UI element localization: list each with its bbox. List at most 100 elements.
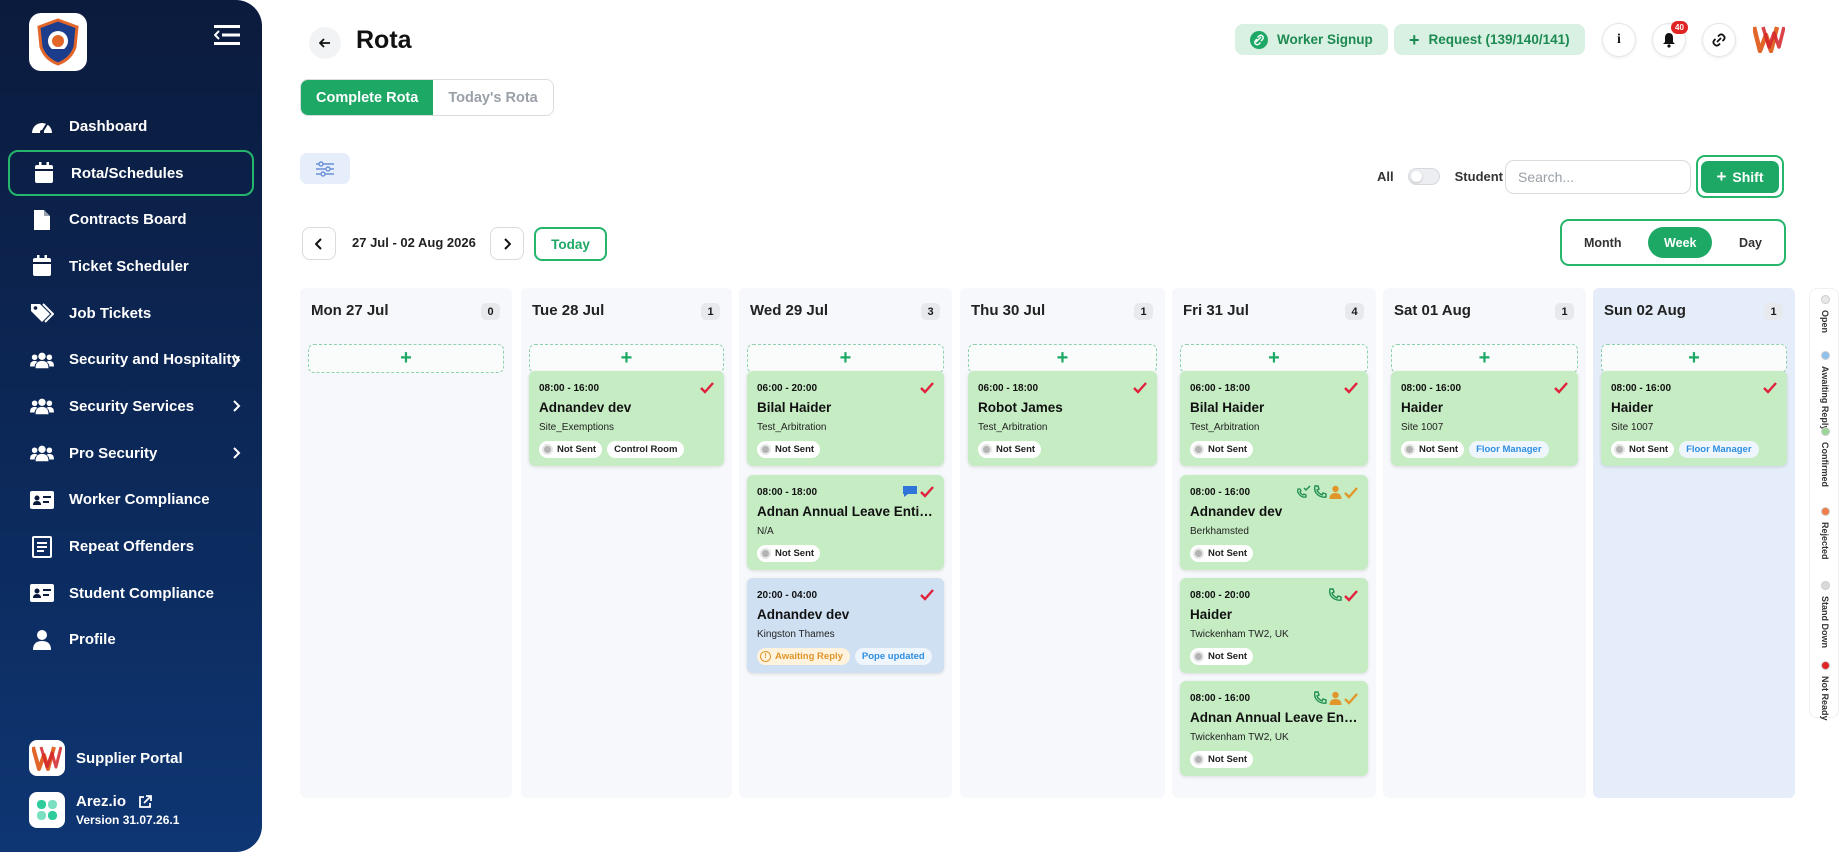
supplier-portal-link[interactable]: Supplier Portal [29, 740, 183, 776]
add-shift-slot[interactable]: + [968, 344, 1157, 373]
sidebar-item-contracts-board[interactable]: Contracts Board [8, 196, 254, 243]
shift-icons [700, 381, 714, 399]
shift-time: 08:00 - 18:00 [757, 487, 818, 498]
day-column-thu-30-jul: Thu 30 Jul 1 + 06:00 - 18:00 Robot James… [960, 288, 1165, 798]
sidebar-collapse-icon[interactable] [213, 24, 240, 46]
check-icon[interactable] [700, 381, 714, 399]
next-week-button[interactable] [490, 227, 524, 260]
sidebar-item-job-tickets[interactable]: Job Tickets [8, 290, 254, 337]
sidebar-item-security-services[interactable]: Security Services [8, 383, 254, 430]
shift-card[interactable]: 06:00 - 18:00 Robot James Test_Arbitrati… [968, 371, 1157, 466]
legend-item-stand-down: Stand Down [1818, 581, 1832, 648]
sidebar-item-ticket-scheduler[interactable]: Ticket Scheduler [8, 243, 254, 290]
check-icon[interactable] [920, 588, 934, 606]
shift-worker-name: Bilal Haider [757, 400, 832, 415]
phone-icon[interactable] [1313, 485, 1327, 504]
shift-icons [1313, 691, 1358, 710]
add-shift-slot[interactable]: + [1391, 344, 1578, 373]
prev-week-button[interactable] [302, 227, 336, 260]
filter-button[interactable] [300, 153, 350, 184]
shift-card[interactable]: 08:00 - 16:00 Haider Site 1007 Not Sent F… [1391, 371, 1578, 466]
chevron-right-icon [233, 354, 241, 366]
notifications-button[interactable]: 40 [1652, 21, 1688, 57]
check-icon[interactable] [1763, 381, 1777, 399]
add-shift-slot[interactable]: + [1601, 344, 1787, 373]
copy-link-button[interactable] [1702, 23, 1736, 57]
back-button[interactable] [309, 27, 341, 59]
sidebar-item-profile[interactable]: Profile [8, 617, 254, 664]
shift-card[interactable]: 08:00 - 16:00 Adnan Annual Leave Entitle… [1180, 681, 1368, 776]
external-link-icon[interactable] [138, 794, 152, 809]
sidebar-item-pro-security[interactable]: Pro Security [8, 430, 254, 477]
phone-icon[interactable] [1328, 588, 1342, 607]
shift-card[interactable]: 08:00 - 16:00 Adnandev dev Site_Exemptio… [529, 371, 724, 466]
sidebar-item-security-and-hospitality[interactable]: Security and Hospitality [8, 336, 254, 383]
legend-item-rejected: Rejected [1818, 507, 1832, 560]
sidebar-item-student-compliance[interactable]: Student Compliance [8, 570, 254, 617]
view-option-day[interactable]: Day [1723, 227, 1778, 258]
shift-site: Test_Arbitration [978, 422, 1048, 433]
tab-complete-rota[interactable]: Complete Rota [301, 80, 434, 115]
info-button[interactable]: i [1602, 23, 1636, 57]
status-dot-icon [1193, 548, 1204, 559]
check-icon[interactable] [1133, 381, 1147, 399]
sliders-icon [316, 160, 334, 177]
add-shift-slot[interactable]: + [1180, 344, 1368, 373]
sidebar-item-rota-schedules[interactable]: Rota/Schedules [8, 149, 254, 197]
add-shift-button-wrapper: + Shift [1696, 155, 1784, 198]
company-logo[interactable] [29, 13, 87, 71]
message-icon[interactable] [902, 485, 918, 503]
check-icon[interactable] [1344, 381, 1358, 399]
sidebar-item-repeat-offenders[interactable]: Repeat Offenders [8, 523, 254, 570]
shift-card[interactable]: 20:00 - 04:00 Adnandev dev Kingston Tham… [747, 578, 944, 673]
arez-link[interactable]: Arez.io Version 31.07.26.1 [29, 792, 179, 828]
shift-card[interactable]: 08:00 - 16:00 Adnandev dev Berkhamsted N… [1180, 475, 1368, 570]
sidebar-item-dashboard[interactable]: Dashboard [8, 103, 254, 150]
shift-card[interactable]: 08:00 - 20:00 Haider Twickenham TW2, UK … [1180, 578, 1368, 673]
view-option-week[interactable]: Week [1648, 227, 1713, 258]
search-input[interactable] [1505, 160, 1691, 194]
shift-card[interactable]: 08:00 - 18:00 Adnan Annual Leave Entitle… [747, 475, 944, 570]
brand-logo-icon[interactable] [1753, 25, 1785, 53]
shift-site: Twickenham TW2, UK [1190, 629, 1289, 640]
check-icon[interactable] [1344, 692, 1358, 710]
users-icon [30, 348, 54, 372]
user-icon[interactable] [1329, 691, 1342, 710]
status-text: Not Sent [996, 444, 1036, 455]
add-shift-slot[interactable]: + [529, 344, 724, 373]
check-icon[interactable] [1554, 381, 1568, 399]
id-card-icon [30, 581, 54, 605]
shift-card[interactable]: 08:00 - 16:00 Haider Site 1007 Not Sent F… [1601, 371, 1787, 466]
shift-badges: Not Sent [1190, 441, 1254, 458]
day-column-sun-02-aug: Sun 02 Aug 1 + 08:00 - 16:00 Haider Site… [1593, 288, 1795, 798]
shift-icons [902, 485, 934, 503]
add-shift-slot[interactable]: + [747, 344, 944, 373]
add-shift-slot[interactable]: + [308, 344, 504, 373]
today-button[interactable]: Today [534, 227, 607, 261]
shift-card[interactable]: 06:00 - 18:00 Bilal Haider Test_Arbitrat… [1180, 371, 1368, 466]
shift-site: Berkhamsted [1190, 526, 1249, 537]
user-icon[interactable] [1329, 485, 1342, 504]
shift-icons [1763, 381, 1777, 399]
add-shift-button[interactable]: + Shift [1701, 160, 1779, 193]
shift-badges: Not Sent Control Room [539, 441, 685, 458]
request-button[interactable]: + Request (139/140/141) [1394, 24, 1585, 55]
check-icon[interactable] [920, 381, 934, 399]
shift-card[interactable]: 06:00 - 20:00 Bilal Haider Test_Arbitrat… [747, 371, 944, 466]
toggle-student-label: Student [1454, 169, 1504, 184]
view-option-month[interactable]: Month [1568, 227, 1637, 258]
plus-icon: + [1478, 347, 1491, 369]
check-icon[interactable] [1344, 589, 1358, 607]
day-header: Sun 02 Aug [1604, 302, 1686, 319]
phone-icon[interactable] [1313, 691, 1327, 710]
status-badge: Not Sent [1611, 441, 1675, 458]
worker-signup-button[interactable]: Worker Signup [1235, 24, 1388, 55]
student-toggle[interactable] [1407, 168, 1440, 185]
plus-icon: + [839, 347, 852, 369]
shift-count-badge: 1 [1764, 303, 1783, 320]
phone-check-icon[interactable] [1296, 485, 1311, 504]
tab-todays-rota[interactable]: Today's Rota [433, 80, 553, 115]
check-icon[interactable] [1344, 486, 1358, 504]
sidebar-item-worker-compliance[interactable]: Worker Compliance [8, 477, 254, 524]
check-icon[interactable] [920, 485, 934, 503]
